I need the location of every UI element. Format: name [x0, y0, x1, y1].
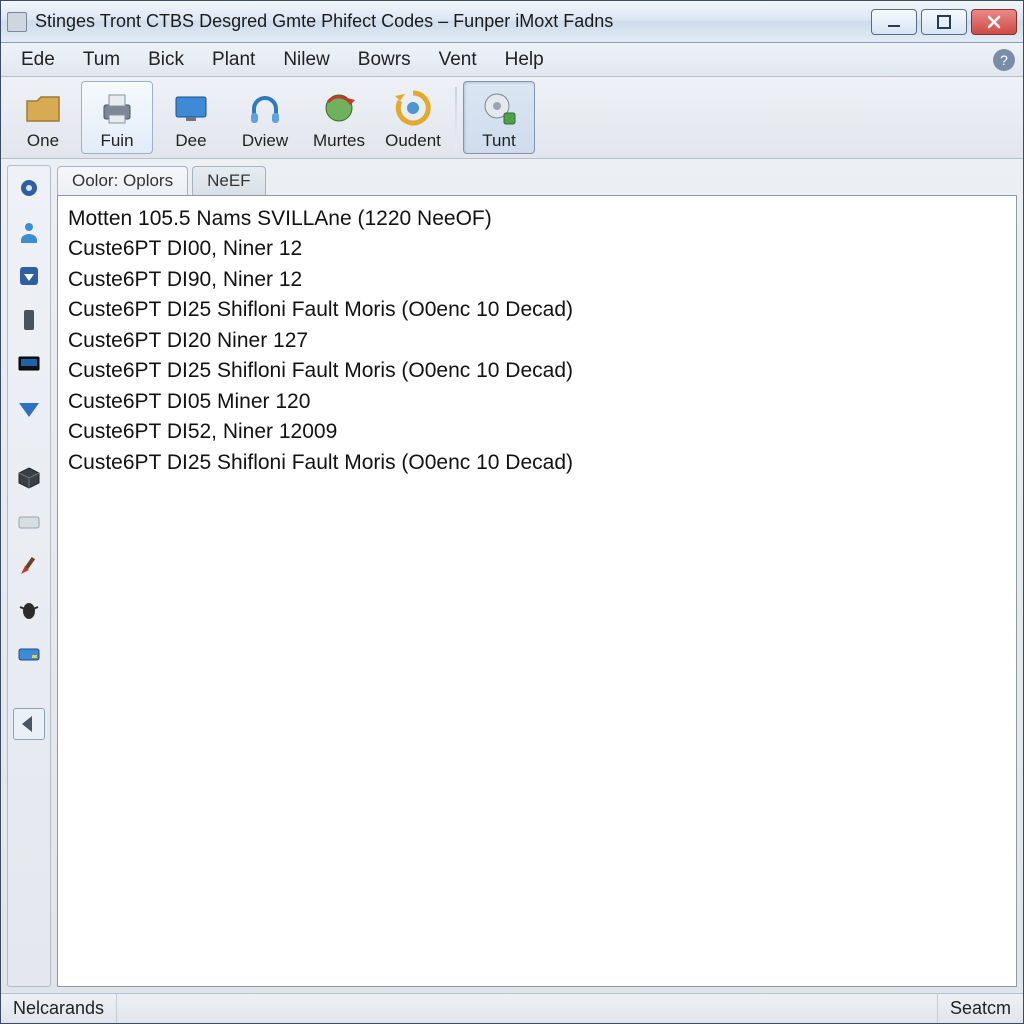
card-icon — [16, 641, 42, 667]
tool-label: Dee — [175, 131, 206, 151]
list-item[interactable]: Custe6PT DI25 Shifloni Fault Moris (O0en… — [68, 356, 1006, 386]
folder-icon — [22, 87, 64, 129]
maximize-icon — [935, 13, 953, 31]
tool-label: One — [27, 131, 59, 151]
minimize-icon — [885, 13, 903, 31]
status-mid — [117, 994, 938, 1023]
sidebar-cube[interactable] — [13, 462, 45, 494]
menu-bick[interactable]: Bick — [136, 45, 196, 75]
sidebar-person[interactable] — [13, 216, 45, 248]
tool-label: Tunt — [482, 131, 515, 151]
tool-label: Fuin — [100, 131, 133, 151]
headphones-icon — [244, 87, 286, 129]
sidebar-card[interactable] — [13, 638, 45, 670]
minimize-button[interactable] — [871, 9, 917, 35]
device-icon — [16, 307, 42, 333]
titlebar: Stinges Tront CTBS Desgred Gmte Phifect … — [1, 1, 1023, 43]
toolbar-separator — [455, 87, 457, 148]
back-icon — [16, 711, 42, 737]
close-button[interactable] — [971, 9, 1017, 35]
menubar: Ede Tum Bick Plant Nilew Bowrs Vent Help… — [1, 43, 1023, 77]
sidebar-back[interactable] — [13, 708, 45, 740]
list-item[interactable]: Custe6PT DI25 Shifloni Fault Moris (O0en… — [68, 448, 1006, 478]
tabstrip: Oolor: Oplors NeEF — [57, 165, 1017, 195]
sidebar-brush[interactable] — [13, 550, 45, 582]
sidebar-device[interactable] — [13, 304, 45, 336]
maximize-button[interactable] — [921, 9, 967, 35]
sidebar-screen[interactable] — [13, 348, 45, 380]
menu-bowrs[interactable]: Bowrs — [346, 45, 423, 75]
list-item[interactable]: Custe6PT DI00, Niner 12 — [68, 234, 1006, 264]
tool-murtes[interactable]: Murtes — [303, 81, 375, 154]
keyboard-icon — [16, 509, 42, 535]
main-panel: Oolor: Oplors NeEF Motten 105.5 Nams SVI… — [57, 165, 1017, 987]
screen-icon — [16, 351, 42, 377]
arrow-down-icon — [16, 395, 42, 421]
menu-plant[interactable]: Plant — [200, 45, 267, 75]
sidebar — [7, 165, 51, 987]
tool-label: Dview — [242, 131, 288, 151]
tab-oolor-oplors[interactable]: Oolor: Oplors — [57, 166, 188, 195]
globe-refresh-icon — [318, 87, 360, 129]
tool-one[interactable]: One — [7, 81, 79, 154]
app-window: Stinges Tront CTBS Desgred Gmte Phifect … — [0, 0, 1024, 1024]
box-down-icon — [16, 263, 42, 289]
tool-fuin[interactable]: Fuin — [81, 81, 153, 154]
app-icon — [7, 12, 27, 32]
list-item[interactable]: Custe6PT DI90, Niner 12 — [68, 265, 1006, 295]
status-right: Seatcm — [938, 994, 1023, 1023]
sidebar-bug[interactable] — [13, 594, 45, 626]
list-item[interactable]: Custe6PT DI25 Shifloni Fault Moris (O0en… — [68, 295, 1006, 325]
toolbar: One Fuin Dee Dview Murtes — [1, 77, 1023, 159]
gear-icon — [16, 175, 42, 201]
sidebar-gear[interactable] — [13, 172, 45, 204]
list-item[interactable]: Custe6PT DI52, Niner 12009 — [68, 417, 1006, 447]
disc-gear-icon — [478, 87, 520, 129]
tool-tunt[interactable]: Tunt — [463, 81, 535, 154]
tool-dee[interactable]: Dee — [155, 81, 227, 154]
brush-icon — [16, 553, 42, 579]
list-item[interactable]: Motten 105.5 Nams SVILLAne (1220 NeeOF) — [68, 204, 1006, 234]
content-list[interactable]: Motten 105.5 Nams SVILLAne (1220 NeeOF) … — [57, 195, 1017, 987]
window-title: Stinges Tront CTBS Desgred Gmte Phifect … — [35, 11, 871, 32]
printer-icon — [96, 87, 138, 129]
help-icon[interactable]: ? — [993, 49, 1015, 71]
window-controls — [871, 9, 1017, 35]
tab-neef[interactable]: NeEF — [192, 166, 265, 195]
statusbar: Nelcarands Seatcm — [1, 993, 1023, 1023]
sidebar-keyboard[interactable] — [13, 506, 45, 538]
sidebar-arrowdown[interactable] — [13, 392, 45, 424]
list-item[interactable]: Custe6PT DI20 Niner 127 — [68, 326, 1006, 356]
tool-label: Murtes — [313, 131, 365, 151]
person-icon — [16, 219, 42, 245]
tool-label: Oudent — [385, 131, 441, 151]
recycle-icon — [392, 87, 434, 129]
menu-vent[interactable]: Vent — [427, 45, 489, 75]
bug-icon — [16, 597, 42, 623]
list-item[interactable]: Custe6PT DI05 Miner 120 — [68, 387, 1006, 417]
cube-icon — [16, 465, 42, 491]
status-left: Nelcarands — [1, 994, 117, 1023]
menu-nilew[interactable]: Nilew — [271, 45, 341, 75]
menu-tum[interactable]: Tum — [71, 45, 132, 75]
tool-dview[interactable]: Dview — [229, 81, 301, 154]
menu-ede[interactable]: Ede — [9, 45, 67, 75]
menu-help[interactable]: Help — [493, 45, 556, 75]
monitor-icon — [170, 87, 212, 129]
sidebar-boxdown[interactable] — [13, 260, 45, 292]
close-icon — [985, 13, 1003, 31]
workspace: Oolor: Oplors NeEF Motten 105.5 Nams SVI… — [1, 159, 1023, 993]
tool-oudent[interactable]: Oudent — [377, 81, 449, 154]
